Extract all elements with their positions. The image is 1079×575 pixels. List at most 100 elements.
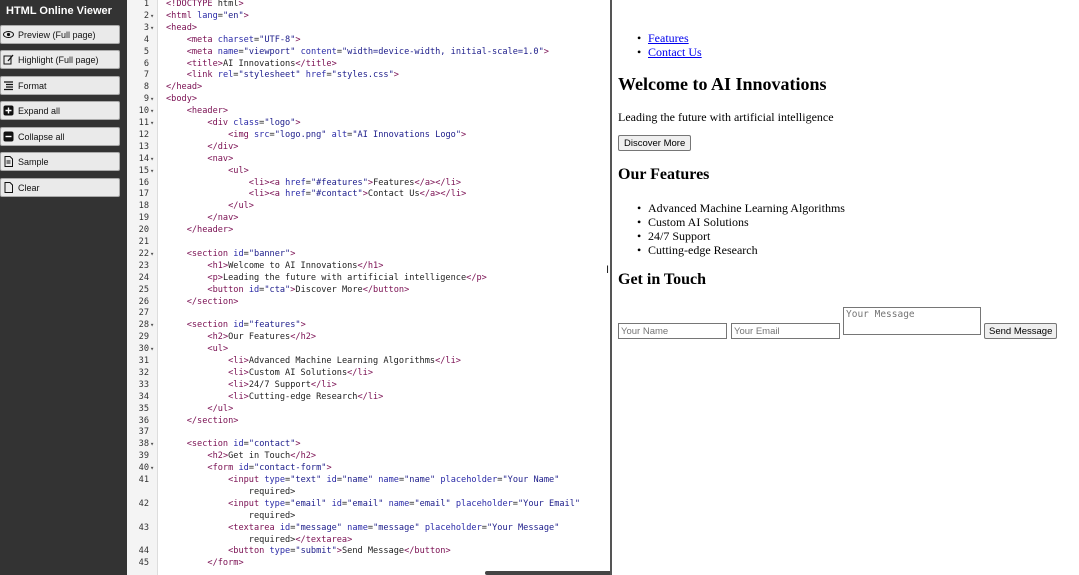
code-text: </div> [207, 141, 239, 152]
feature-text: 24/7 Support [648, 229, 711, 243]
line-number: 20 [138, 225, 149, 236]
line-number: 34 [138, 391, 149, 402]
expand-all-button[interactable]: Expand all [0, 101, 120, 120]
fold-arrow-icon[interactable]: ▾ [150, 438, 154, 450]
minus-square-icon [3, 131, 14, 142]
nav-item-contact: • Contact Us [637, 45, 702, 59]
list-item: • Cutting-edge Research [637, 243, 845, 257]
discover-more-button[interactable]: Discover More [618, 135, 692, 151]
highlight-button[interactable]: Highlight (Full page) [0, 50, 120, 69]
list-item: • Advanced Machine Learning Algorithms [637, 201, 845, 215]
line-number: 45 [138, 558, 149, 569]
line-number: 25 [138, 284, 149, 295]
expand-all-label: Expand all [18, 105, 61, 116]
code-text: <li><a href="#contact">Contact Us</a></l… [248, 189, 467, 200]
name-field[interactable] [618, 323, 727, 339]
line-number: 8 [143, 82, 149, 93]
line-number: 13 [138, 141, 149, 152]
line-number: 32 [138, 367, 149, 378]
line-number: 14 [138, 153, 149, 164]
code-text: </ul> [207, 403, 234, 414]
code-text: <section id="banner"> [186, 248, 296, 259]
code-text: <header> [186, 106, 229, 117]
toolbar: HTML Online Viewer Preview (Full page) H… [0, 0, 127, 575]
code-text: <html lang="en"> [166, 10, 249, 21]
format-lines-icon [3, 80, 14, 91]
line-number: 5 [143, 46, 149, 57]
line-number: 17 [138, 189, 149, 200]
preview-lead-text: Leading the future with artificial intel… [618, 110, 834, 124]
fold-arrow-icon[interactable]: ▾ [150, 93, 154, 105]
line-number: 28 [138, 320, 149, 331]
horizontal-scrollbar[interactable] [485, 571, 610, 575]
line-number: 23 [138, 260, 149, 271]
fold-arrow-icon[interactable]: ▾ [150, 319, 154, 331]
line-number: 12 [138, 129, 149, 140]
collapse-all-button[interactable]: Collapse all [0, 127, 120, 146]
code-text: <li><a href="#features">Features</a></li… [248, 177, 462, 188]
code-text: <li>Custom AI Solutions</li> [228, 367, 374, 378]
collapse-all-label: Collapse all [18, 131, 65, 142]
message-field[interactable] [843, 307, 981, 335]
fold-arrow-icon[interactable]: ▾ [150, 22, 154, 34]
sample-label: Sample [18, 156, 49, 167]
code-text: </header> [186, 225, 234, 236]
nav-item-features: • Features [637, 31, 702, 45]
line-number: 27 [138, 308, 149, 319]
preview-button[interactable]: Preview (Full page) [0, 25, 120, 44]
code-text: <input type="email" id="email" name="ema… [228, 498, 581, 509]
code-text: <meta charset="UTF-8"> [186, 34, 301, 45]
fold-arrow-icon[interactable]: ▾ [150, 165, 154, 177]
line-number: 22 [138, 248, 149, 259]
code-text: <head> [166, 22, 198, 33]
line-number: 26 [138, 296, 149, 307]
line-number: 16 [138, 177, 149, 188]
code-text: <form id="contact-form"> [207, 463, 332, 474]
code-text: <h2>Our Features</h2> [207, 332, 317, 343]
list-item: • Custom AI Solutions [637, 215, 845, 229]
nav-link-features[interactable]: Features [648, 31, 702, 45]
code-text: <textarea id="message" name="message" pl… [228, 522, 560, 533]
fold-arrow-icon[interactable]: ▾ [150, 117, 154, 129]
send-message-button[interactable]: Send Message [984, 323, 1058, 339]
features-heading: Our Features [618, 166, 710, 183]
line-number: 33 [138, 379, 149, 390]
fold-arrow-icon[interactable]: ▾ [150, 248, 154, 260]
bullet-icon: • [637, 45, 642, 59]
code-text: <title>AI Innovations</title> [186, 58, 337, 69]
code-text: <ul> [228, 165, 249, 176]
code-editor[interactable]: 1 <!DOCTYPE html> 2 ▾ <html lang="en"> 3 ▾ <hea… [127, 0, 610, 575]
code-text: <button id="cta">Discover More</button> [207, 284, 410, 295]
code-text: <section id="features"> [186, 320, 306, 331]
code-text: <li>24/7 Support</li> [228, 379, 337, 390]
fold-arrow-icon[interactable]: ▾ [150, 105, 154, 117]
line-number: 39 [138, 451, 149, 462]
format-button[interactable]: Format [0, 76, 120, 95]
code-text: <h1>Welcome to AI Innovations</h1> [207, 260, 384, 271]
code-text: <ul> [207, 344, 229, 355]
sample-button[interactable]: Sample [0, 152, 120, 171]
code-text: <li>Cutting-edge Research</li> [228, 391, 384, 402]
clear-button[interactable]: Clear [0, 178, 120, 197]
code-text: <p>Leading the future with artificial in… [207, 272, 487, 283]
line-number: 6 [143, 58, 149, 69]
line-number: 37 [138, 427, 149, 438]
line-number: 31 [138, 356, 149, 366]
fold-arrow-icon[interactable]: ▾ [150, 10, 154, 22]
feature-text: Custom AI Solutions [648, 215, 749, 229]
fold-arrow-icon[interactable]: ▾ [150, 343, 154, 355]
code-text: <!DOCTYPE html> [166, 0, 244, 9]
email-field[interactable] [731, 323, 840, 339]
line-number: 29 [138, 332, 149, 343]
blank-page-icon [3, 182, 14, 193]
fold-arrow-icon[interactable]: ▾ [150, 462, 154, 474]
clear-label: Clear [18, 182, 40, 193]
code-text: required> [166, 486, 296, 497]
nav-link-contact[interactable]: Contact Us [648, 45, 702, 59]
code-text: </section> [186, 296, 239, 307]
line-number: 36 [138, 415, 149, 426]
feature-text: Advanced Machine Learning Algorithms [648, 201, 845, 215]
line-number: 42 [138, 498, 149, 509]
line-number: 3 [143, 22, 149, 33]
fold-arrow-icon[interactable]: ▾ [150, 153, 154, 165]
